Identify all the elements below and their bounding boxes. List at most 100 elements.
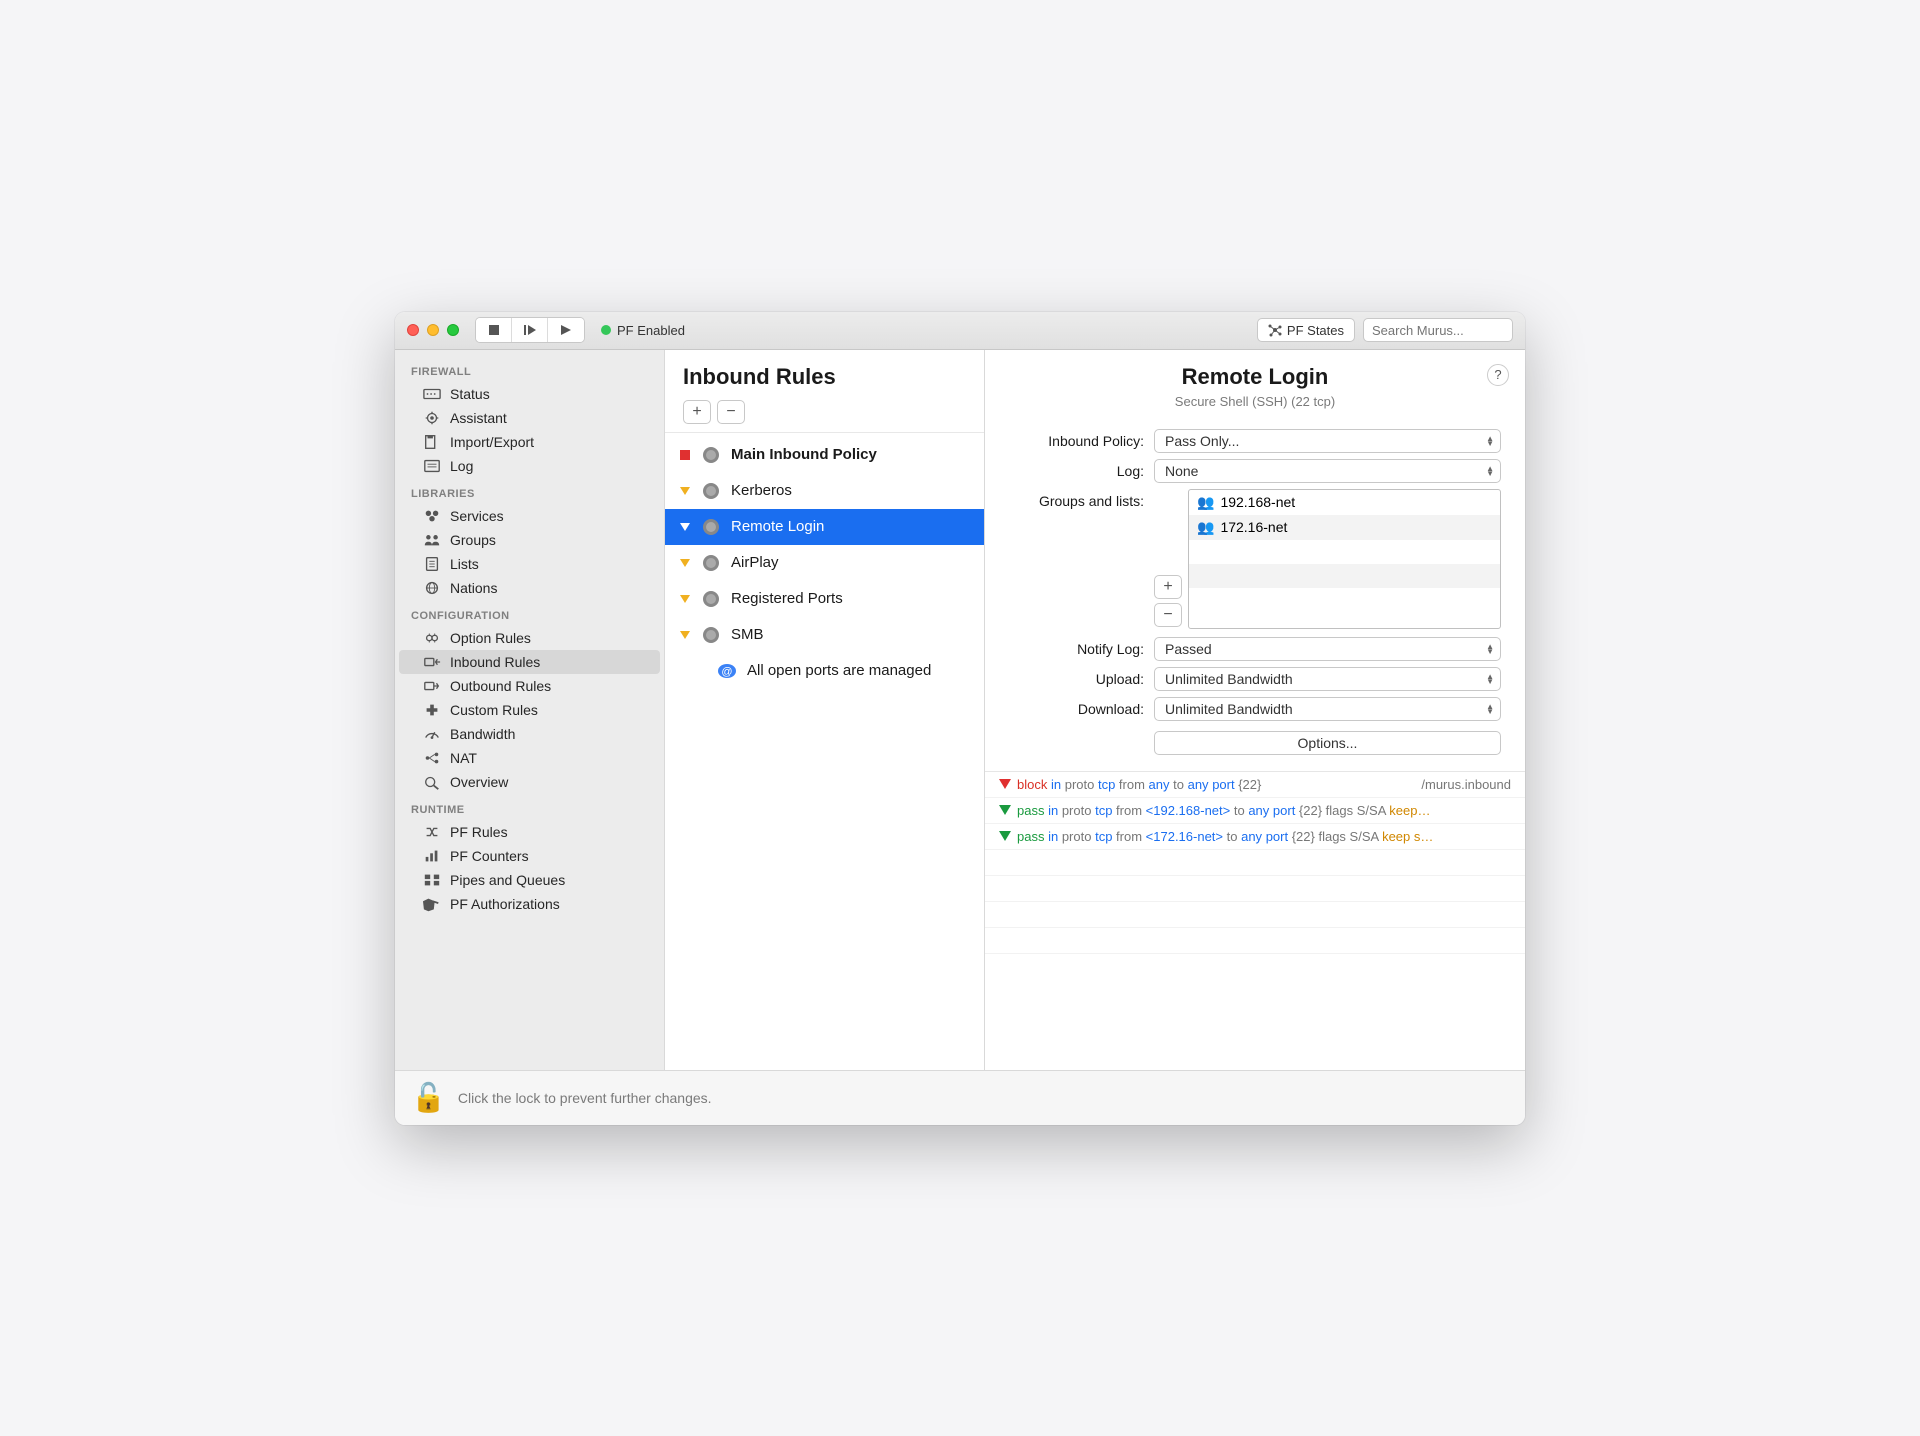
people-icon: 👥 [1197, 519, 1214, 536]
pfauth-icon [423, 896, 441, 912]
disclosure-icon [679, 450, 691, 460]
services-icon [423, 508, 441, 524]
options-button[interactable]: Options... [1154, 731, 1501, 755]
option-icon [423, 630, 441, 646]
stop-button[interactable] [476, 318, 512, 342]
pf-status: PF Enabled [601, 323, 685, 338]
sidebar-item-inbound-rules[interactable]: Inbound Rules [399, 650, 660, 674]
sidebar-item-label: Lists [450, 556, 479, 572]
service-icon [699, 625, 723, 645]
lock-icon[interactable]: 🔓 [411, 1081, 446, 1114]
pf-rule-anchor: /murus.inbound [1421, 777, 1511, 792]
direction-icon [999, 831, 1011, 841]
disclosure-icon [679, 487, 691, 495]
sidebar-item-pf-authorizations[interactable]: PF Authorizations [399, 892, 660, 916]
sidebar-section-header: LIBRARIES [395, 478, 664, 504]
detail-panel: Remote Login Secure Shell (SSH) (22 tcp)… [985, 350, 1525, 1070]
outbound-icon [423, 678, 441, 694]
sidebar-item-assistant[interactable]: Assistant [399, 406, 660, 430]
custom-icon [423, 702, 441, 718]
groups-icon [423, 532, 441, 548]
sidebar-item-services[interactable]: Services [399, 504, 660, 528]
footer-text: Click the lock to prevent further change… [458, 1090, 712, 1106]
pf-rule-line: block in proto tcp from any to any port … [985, 772, 1525, 798]
detail-subtitle: Secure Shell (SSH) (22 tcp) [1005, 394, 1505, 409]
rule-item[interactable]: Remote Login [665, 509, 984, 545]
status-label: PF Enabled [617, 323, 685, 338]
rule-item[interactable]: Registered Ports [665, 581, 984, 617]
sidebar-item-custom-rules[interactable]: Custom Rules [399, 698, 660, 722]
inbound-policy-select[interactable]: Pass Only...▲▼ [1154, 429, 1501, 453]
group-item[interactable]: 👥 172.16-net [1189, 515, 1500, 540]
sidebar-item-groups[interactable]: Groups [399, 528, 660, 552]
upload-select[interactable]: Unlimited Bandwidth▲▼ [1154, 667, 1501, 691]
importexport-icon [423, 434, 441, 450]
zoom-icon[interactable] [447, 324, 459, 336]
pf-rules-display: block in proto tcp from any to any port … [985, 771, 1525, 1070]
overview-icon [423, 774, 441, 790]
app-window: PF Enabled PF States FIREWALLStatusAssis… [395, 312, 1525, 1125]
pf-states-button[interactable]: PF States [1257, 318, 1355, 342]
sidebar-item-import-export[interactable]: Import/Export [399, 430, 660, 454]
people-icon: 👥 [1197, 494, 1214, 511]
group-item[interactable]: 👥192.168-net [1189, 490, 1500, 515]
sidebar-item-label: PF Authorizations [450, 896, 560, 912]
add-group-button[interactable]: + [1154, 575, 1182, 599]
help-button[interactable]: ? [1487, 364, 1509, 386]
notify-select[interactable]: Passed▲▼ [1154, 637, 1501, 661]
rule-item[interactable]: AirPlay [665, 545, 984, 581]
rules-header: Inbound Rules + − [665, 350, 984, 432]
service-icon [699, 589, 723, 609]
graph-icon [1268, 323, 1282, 337]
sidebar-item-pipes-and-queues[interactable]: Pipes and Queues [399, 868, 660, 892]
rule-label: Kerberos [731, 482, 792, 499]
rules-title: Inbound Rules [683, 364, 966, 390]
groups-label: Groups and lists: [1009, 489, 1154, 509]
sidebar-item-label: Outbound Rules [450, 678, 551, 694]
footer: 🔓 Click the lock to prevent further chan… [395, 1070, 1525, 1125]
step-button[interactable] [512, 318, 548, 342]
sidebar-item-log[interactable]: Log [399, 454, 660, 478]
rule-item[interactable]: SMB [665, 617, 984, 653]
direction-icon [999, 805, 1011, 815]
add-rule-button[interactable]: + [683, 400, 711, 424]
sidebar-item-overview[interactable]: Overview [399, 770, 660, 794]
sidebar: FIREWALLStatusAssistantImport/ExportLogL… [395, 350, 665, 1070]
rule-item[interactable]: @All open ports are managed [665, 653, 984, 689]
sidebar-item-label: Nations [450, 580, 497, 596]
sidebar-section-header: CONFIGURATION [395, 600, 664, 626]
search-input[interactable] [1363, 318, 1513, 342]
rule-item[interactable]: Main Inbound Policy [665, 437, 984, 473]
rule-item[interactable]: Kerberos [665, 473, 984, 509]
window-controls [407, 324, 459, 336]
download-select[interactable]: Unlimited Bandwidth▲▼ [1154, 697, 1501, 721]
sidebar-item-lists[interactable]: Lists [399, 552, 660, 576]
service-icon: @ [715, 661, 739, 681]
sidebar-item-pf-counters[interactable]: PF Counters [399, 844, 660, 868]
svg-text:@: @ [721, 666, 732, 678]
sidebar-item-label: Inbound Rules [450, 654, 540, 670]
pf-rule-text: pass in proto tcp from <192.168-net> to … [1017, 803, 1511, 818]
remove-group-button[interactable]: − [1154, 603, 1182, 627]
pfrules-icon [423, 824, 441, 840]
sidebar-item-status[interactable]: Status [399, 382, 660, 406]
remove-rule-button[interactable]: − [717, 400, 745, 424]
disclosure-icon [679, 559, 691, 567]
play-button[interactable] [548, 318, 584, 342]
sidebar-item-nat[interactable]: NAT [399, 746, 660, 770]
app-body: FIREWALLStatusAssistantImport/ExportLogL… [395, 350, 1525, 1070]
log-select[interactable]: None▲▼ [1154, 459, 1501, 483]
sidebar-item-pf-rules[interactable]: PF Rules [399, 820, 660, 844]
sidebar-item-nations[interactable]: Nations [399, 576, 660, 600]
sidebar-item-label: NAT [450, 750, 477, 766]
close-icon[interactable] [407, 324, 419, 336]
sidebar-item-bandwidth[interactable]: Bandwidth [399, 722, 660, 746]
sidebar-item-option-rules[interactable]: Option Rules [399, 626, 660, 650]
sidebar-item-label: Option Rules [450, 630, 531, 646]
group-label: 172.16-net [1220, 519, 1287, 535]
minimize-icon[interactable] [427, 324, 439, 336]
service-icon [699, 517, 723, 537]
groups-listbox[interactable]: 👥192.168-net👥172.16-net [1188, 489, 1501, 629]
sidebar-item-outbound-rules[interactable]: Outbound Rules [399, 674, 660, 698]
sidebar-item-label: Services [450, 508, 504, 524]
